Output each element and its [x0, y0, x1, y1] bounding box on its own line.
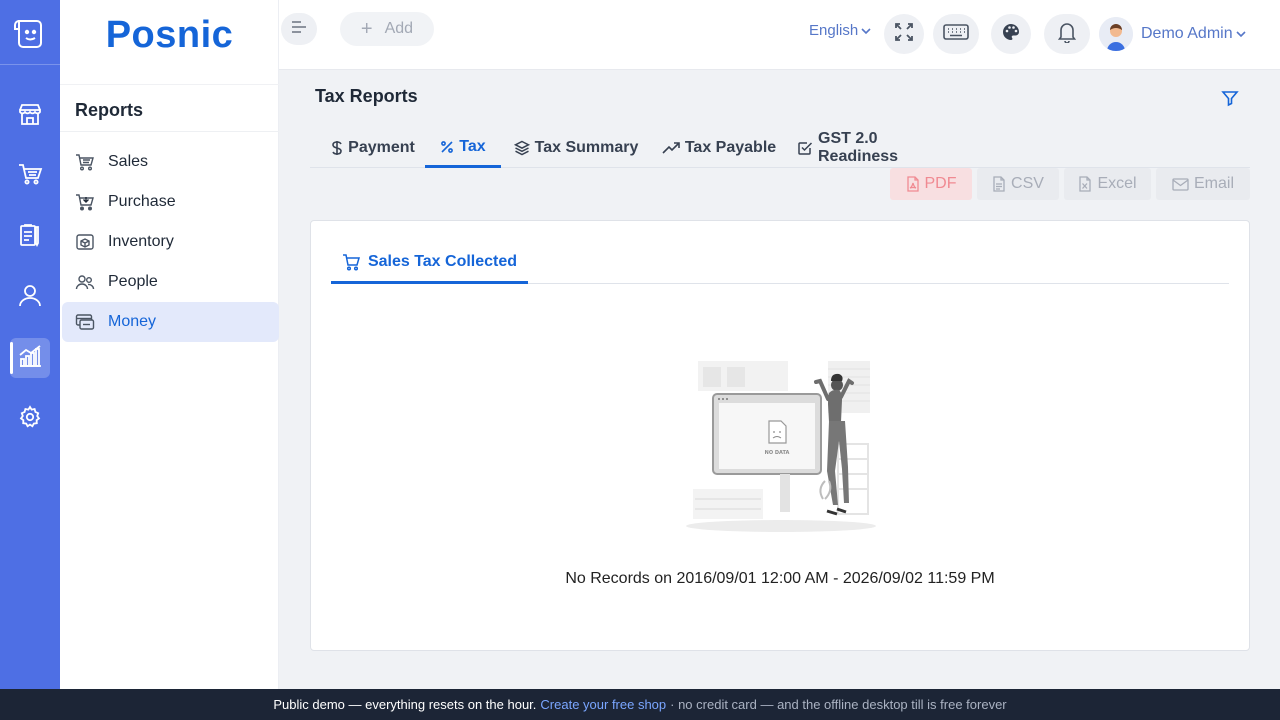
tab-label: GST 2.0 Readiness [818, 130, 899, 165]
export-label: Email [1193, 175, 1234, 192]
people-icon [75, 272, 95, 292]
banner-suffix: · no credit card — and the offline deskt… [670, 697, 1007, 712]
percent-icon [440, 140, 454, 154]
sidebar-divider [60, 84, 279, 85]
export-label: PDF [924, 175, 957, 192]
export-email-button[interactable]: Email [1156, 168, 1250, 200]
sidebar-item-money[interactable]: Money [62, 302, 279, 342]
brand-name[interactable]: Posnic [60, 14, 279, 57]
tab-label: Payment [348, 139, 415, 156]
bell-icon [1057, 21, 1077, 48]
icon-rail [0, 0, 60, 689]
banner-text: Public demo — everything resets on the h… [273, 697, 537, 712]
user-icon [17, 282, 43, 313]
menu-toggle-button[interactable] [281, 13, 317, 45]
demo-banner: Public demo — everything resets on the h… [0, 689, 1280, 720]
tab-label: Tax Summary [534, 139, 639, 156]
purchase-cart-icon [75, 192, 95, 212]
tab-payment[interactable]: Payment [318, 128, 428, 168]
dollar-icon [331, 140, 343, 156]
report-subtabs: Sales Tax Collected [331, 243, 1229, 284]
theme-button[interactable] [991, 14, 1031, 54]
sidebar-item-label: Purchase [108, 193, 176, 210]
top-header: + Add English Demo Admin [279, 0, 1280, 70]
box-icon [75, 232, 95, 252]
rail-divider [0, 64, 60, 65]
filter-icon[interactable] [1220, 88, 1240, 108]
expand-icon [894, 22, 914, 47]
rail-item-settings[interactable] [10, 399, 50, 439]
csv-icon [992, 176, 1006, 192]
sidebar-item-purchase[interactable]: Purchase [62, 182, 279, 222]
language-selector[interactable]: English [809, 22, 871, 39]
empty-state-message: No Records on 2016/09/01 12:00 AM - 2026… [565, 570, 995, 587]
export-label: CSV [1011, 175, 1044, 192]
pdf-icon [906, 176, 920, 192]
sidebar-item-people[interactable]: People [62, 262, 279, 302]
shopping-cart-icon [342, 253, 360, 271]
create-shop-link[interactable]: Create your free shop [540, 697, 666, 712]
bar-chart-icon [16, 342, 44, 375]
user-menu[interactable]: Demo Admin [1099, 17, 1246, 51]
sidebar-item-sales[interactable]: Sales [62, 142, 279, 182]
language-label: English [809, 22, 859, 39]
basket-icon [75, 152, 95, 172]
layers-icon [513, 140, 530, 156]
avatar [1099, 17, 1133, 51]
check-square-icon [797, 140, 813, 156]
tab-tax-summary[interactable]: Tax Summary [510, 128, 642, 168]
rail-item-clipboard[interactable] [10, 217, 50, 257]
money-icon [75, 312, 95, 332]
tab-tax-payable[interactable]: Tax Payable [658, 128, 780, 168]
illustration-label: NO DATA [765, 450, 790, 456]
email-icon [1172, 177, 1189, 191]
sidebar-item-label: Sales [108, 153, 149, 170]
plus-icon: + [360, 17, 373, 40]
sidebar-divider [60, 131, 279, 132]
chevron-down-icon [1236, 30, 1246, 38]
export-label: Excel [1097, 175, 1137, 192]
rail-item-reports[interactable] [10, 338, 50, 378]
align-left-icon [290, 19, 308, 40]
cart-icon [17, 161, 43, 192]
user-name: Demo Admin [1141, 25, 1233, 42]
export-csv-button[interactable]: CSV [977, 168, 1059, 200]
tab-gst-readiness[interactable]: GST 2.0 Readiness [797, 128, 962, 168]
add-button[interactable]: + Add [340, 12, 434, 46]
clipboard-icon [17, 222, 43, 253]
app-logo-icon[interactable] [8, 10, 52, 54]
tab-label: Tax Payable [684, 139, 777, 156]
page-title: Tax Reports [315, 86, 418, 106]
fullscreen-button[interactable] [884, 14, 924, 54]
sidebar-item-inventory[interactable]: Inventory [62, 222, 279, 262]
keyboard-icon [943, 23, 969, 45]
rail-item-store[interactable] [10, 96, 50, 136]
export-pdf-button[interactable]: PDF [890, 168, 972, 200]
rail-item-cart[interactable] [10, 156, 50, 196]
add-button-label: Add [384, 20, 414, 37]
no-data-illustration: NO DATA [683, 359, 878, 534]
chevron-down-icon [861, 27, 871, 35]
tab-label: Tax [459, 137, 486, 155]
gear-icon [18, 404, 42, 434]
sidebar-item-label: Inventory [108, 233, 174, 250]
reports-sidebar: Posnic Reports Sales Purchase Inventory … [60, 0, 279, 689]
sidebar-item-label: People [108, 273, 158, 290]
sidebar-item-label: Money [108, 313, 157, 330]
excel-icon [1078, 176, 1092, 192]
report-card: Sales Tax Collected NO DATA No Records o… [310, 220, 1250, 651]
export-excel-button[interactable]: Excel [1064, 168, 1151, 200]
report-tabs: Payment Tax Tax Summary Tax Payable GST … [310, 128, 1250, 168]
tab-sales-tax-collected[interactable]: Sales Tax Collected [331, 243, 528, 284]
subtab-label: Sales Tax Collected [367, 253, 518, 270]
tab-tax[interactable]: Tax [425, 128, 501, 168]
palette-icon [1001, 22, 1021, 47]
sidebar-title: Reports [75, 100, 144, 120]
rail-item-user[interactable] [10, 277, 50, 317]
notifications-button[interactable] [1044, 14, 1090, 54]
keyboard-shortcuts-button[interactable] [933, 14, 979, 54]
trend-up-icon [662, 141, 680, 155]
store-icon [17, 101, 43, 132]
